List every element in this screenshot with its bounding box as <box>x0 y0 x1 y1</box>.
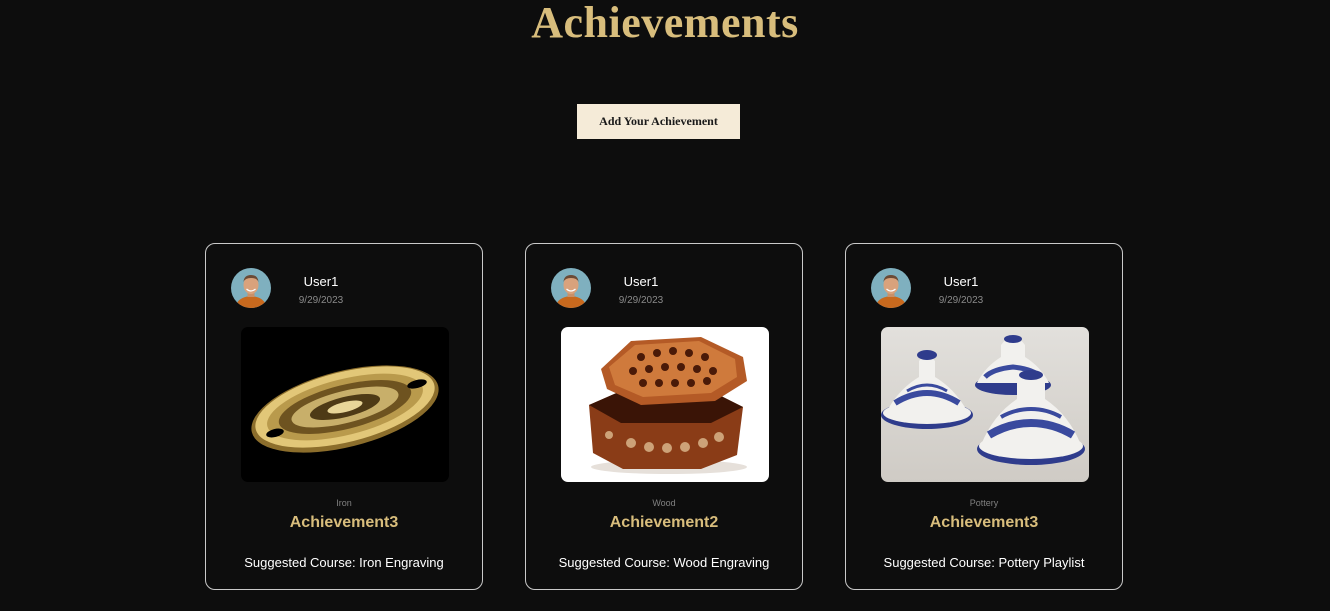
pottery-tagines-image[interactable] <box>881 327 1089 482</box>
achievement-title[interactable]: Achievement2 <box>526 514 802 532</box>
achievements-page: Achievements Add Your Achievement User1 … <box>0 0 1330 611</box>
achievement-title[interactable]: Achievement3 <box>846 514 1122 532</box>
avatar-image <box>551 268 591 308</box>
achievement-card[interactable]: User1 9/29/2023 <box>525 243 803 590</box>
brass-tray-image[interactable] <box>241 327 449 482</box>
achievement-title[interactable]: Achievement3 <box>206 514 482 532</box>
wooden-box-image[interactable] <box>561 327 769 482</box>
avatar[interactable] <box>551 268 591 308</box>
avatar-image <box>871 268 911 308</box>
avatar-image <box>231 268 271 308</box>
category-label: Iron <box>336 498 352 508</box>
user-name[interactable]: User1 <box>591 274 691 289</box>
page-title: Achievements <box>531 0 799 47</box>
suggested-course-link[interactable]: Suggested Course: Wood Engraving <box>526 555 802 570</box>
category-label: Pottery <box>969 498 999 508</box>
suggested-course-link[interactable]: Suggested Course: Pottery Playlist <box>846 555 1122 570</box>
avatar[interactable] <box>871 268 911 308</box>
suggested-course-link[interactable]: Suggested Course: Iron Engraving <box>206 555 482 570</box>
post-date: 9/29/2023 <box>618 295 664 306</box>
achievement-card[interactable]: User1 9/29/2023 <box>845 243 1123 590</box>
achievement-card[interactable]: User1 9/29/2023 Iron Achievement3 Sugges… <box>205 243 483 590</box>
category-label: Wood <box>652 498 676 508</box>
add-achievement-button[interactable]: Add Your Achievement <box>577 104 740 139</box>
post-date: 9/29/2023 <box>938 295 984 306</box>
user-name[interactable]: User1 <box>271 274 371 289</box>
user-name[interactable]: User1 <box>911 274 1011 289</box>
avatar[interactable] <box>231 268 271 308</box>
post-date: 9/29/2023 <box>298 295 344 306</box>
